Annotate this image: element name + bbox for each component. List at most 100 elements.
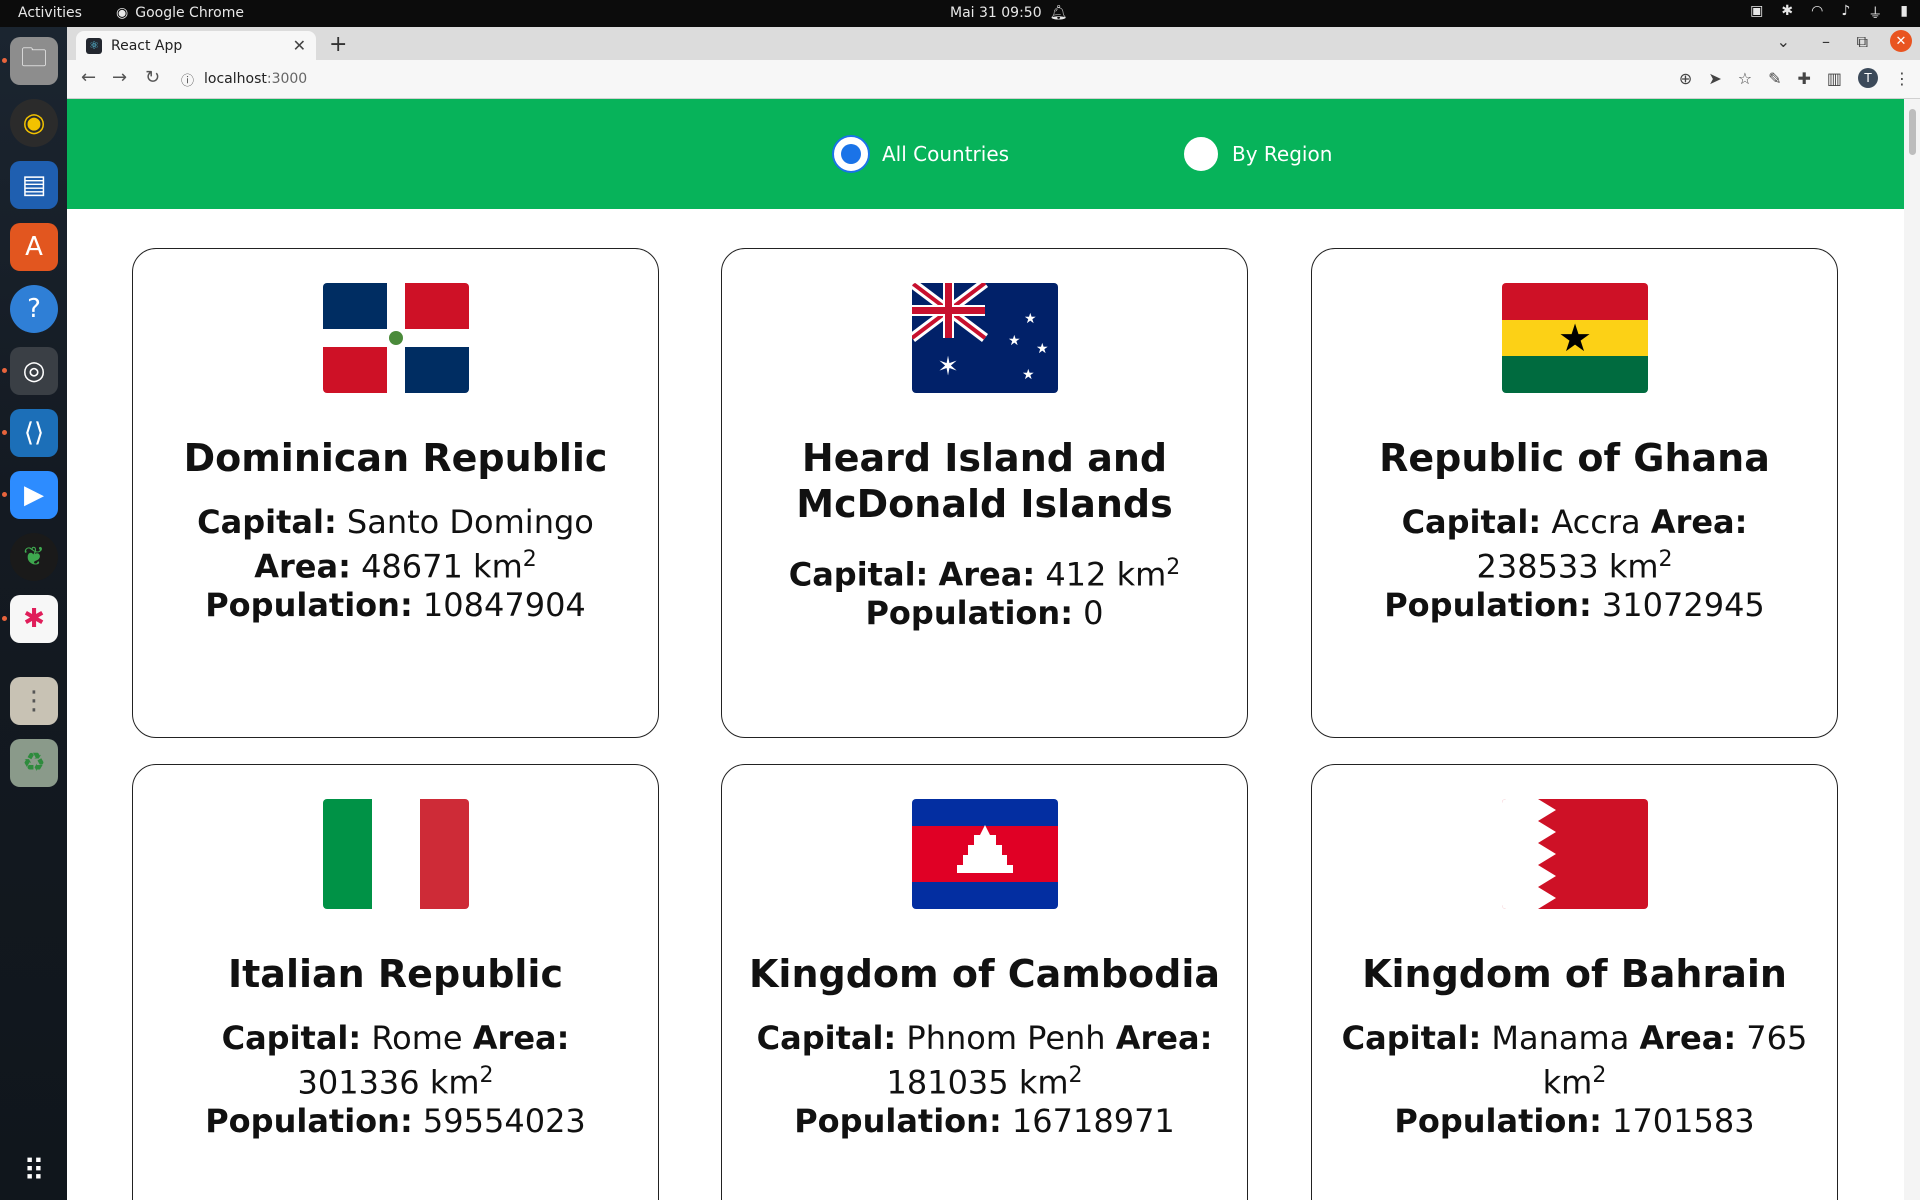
profile-avatar[interactable]: T: [1858, 68, 1878, 88]
clock[interactable]: Mai 31 09:50 🔔︎: [950, 5, 1067, 21]
area-label: Area:: [1650, 503, 1748, 541]
bookmark-star-icon[interactable]: ☆: [1738, 69, 1752, 88]
send-icon[interactable]: ➤: [1708, 69, 1721, 88]
country-info: Capital: Manama Area: 765 km2 Population:…: [1338, 1019, 1811, 1140]
capital-label: Capital:: [1341, 1019, 1482, 1057]
wifi-icon[interactable]: ◠: [1811, 3, 1823, 23]
area-unit: km: [1116, 555, 1167, 594]
mic-icon[interactable]: ⏚: [1868, 3, 1882, 23]
country-info: Capital: Accra Area: 238533 km2 Populatio…: [1338, 503, 1811, 624]
close-window-icon[interactable]: ✕: [1890, 30, 1912, 52]
tab-react-app[interactable]: ⚛ React App ✕: [76, 31, 316, 60]
population-value: 1701583: [1612, 1101, 1755, 1140]
population-value: 31072945: [1601, 585, 1765, 624]
zoom-icon[interactable]: ▶: [10, 471, 58, 519]
tab-search-icon[interactable]: ⌄: [1777, 32, 1790, 51]
help-icon[interactable]: ?: [10, 285, 58, 333]
area-value: 181035: [886, 1063, 1009, 1102]
country-info: Capital: Santo Domingo Area: 48671 km2 Po…: [159, 503, 632, 624]
trash-icon[interactable]: ♻: [10, 739, 58, 787]
svg-text:★: ★: [1024, 311, 1037, 327]
country-name: Heard Island and McDonald Islands: [796, 436, 1173, 526]
reload-icon[interactable]: ↻: [145, 67, 160, 88]
react-icon: ⚛: [86, 37, 102, 54]
svg-text:★: ★: [1008, 333, 1021, 349]
capital-label: Capital:: [788, 555, 929, 594]
site-info-icon[interactable]: ⓘ: [181, 70, 194, 89]
page-scrollbar[interactable]: [1904, 99, 1920, 1200]
australia-flag-icon: ✶ ★ ★ ★ ★: [911, 283, 1058, 393]
country-name: Kingdom of Cambodia: [748, 952, 1221, 996]
ghana-flag-icon: ★: [1501, 283, 1648, 393]
vscode-icon[interactable]: ⟨⟩: [10, 409, 58, 457]
radio-by-region[interactable]: By Region: [1184, 137, 1332, 171]
extensions-puzzle-icon[interactable]: ✚: [1797, 69, 1810, 88]
running-indicator: [2, 58, 7, 63]
area-unit: km: [473, 547, 523, 586]
population-label: Population:: [205, 585, 413, 624]
zoom-tray-icon[interactable]: ▣: [1750, 3, 1763, 23]
address-bar[interactable]: ⓘ localhost:3000: [177, 65, 1717, 93]
population-label: Population:: [865, 593, 1073, 632]
chrome-icon: ◉: [116, 5, 129, 21]
country-card: ★ Republic of Ghana Capital: Accra Area: 2…: [1311, 248, 1838, 738]
capital-value: Phnom Penh: [906, 1019, 1106, 1057]
radio-button-checked[interactable]: [834, 137, 868, 171]
software-center-icon[interactable]: A: [10, 223, 58, 271]
zoom-icon-toolbar[interactable]: ⊕: [1679, 69, 1692, 88]
population-value: 16718971: [1011, 1101, 1175, 1140]
area-value: 301336: [297, 1063, 420, 1102]
archive-icon[interactable]: ⋮: [10, 677, 58, 725]
close-tab-icon[interactable]: ✕: [293, 36, 306, 55]
country-card: Dominican Republic Capital: Santo Domingo…: [132, 248, 659, 738]
radio-all-countries[interactable]: All Countries: [834, 137, 1009, 171]
forward-icon[interactable]: →: [112, 67, 127, 88]
radio-button-unchecked[interactable]: [1184, 137, 1218, 171]
show-apps-icon[interactable]: ⠿: [10, 1147, 58, 1195]
mongodb-compass-icon[interactable]: ❦: [10, 533, 58, 581]
svg-text:★: ★: [1557, 316, 1591, 360]
country-card: Kingdom of Bahrain Capital: Manama Area: …: [1311, 764, 1838, 1200]
back-icon[interactable]: ←: [81, 67, 96, 88]
app-menu[interactable]: ◉ Google Chrome: [116, 5, 244, 21]
radio-label: All Countries: [882, 142, 1010, 166]
activities-button[interactable]: Activities: [18, 5, 82, 21]
svg-text:★: ★: [1022, 367, 1035, 383]
chrome-dock-icon[interactable]: ◎: [10, 347, 58, 395]
slack-tray-icon[interactable]: ✱: [1781, 3, 1793, 23]
country-card: ✶ ★ ★ ★ ★ Heard Island and McDonald Islands Ca…: [721, 248, 1248, 738]
country-card: Italian Republic Capital: Rome Area: 3013…: [132, 764, 659, 1200]
italy-flag-icon: [322, 799, 469, 909]
slack-icon[interactable]: ✱: [10, 595, 58, 643]
population-value: 10847904: [422, 585, 586, 624]
bahrain-flag-icon: [1501, 799, 1648, 909]
area-unit: km: [429, 1063, 480, 1102]
volume-icon[interactable]: ♪: [1841, 3, 1850, 23]
area-unit: km: [1542, 1063, 1593, 1102]
minimize-icon[interactable]: –: [1822, 32, 1830, 51]
system-tray[interactable]: ▣ ✱ ◠ ♪ ⏚ ▮: [1750, 3, 1908, 23]
capital-label: Capital:: [221, 1019, 362, 1057]
area-label: Area:: [472, 1019, 570, 1057]
running-indicator: [2, 430, 7, 435]
capital-label: Capital:: [197, 503, 337, 541]
area-unit-exponent: 2: [1166, 555, 1181, 580]
area-value: 238533: [1476, 547, 1599, 586]
running-indicator: [2, 492, 7, 497]
writer-icon[interactable]: ▤: [10, 161, 58, 209]
area-unit: km: [1018, 1063, 1069, 1102]
restore-icon[interactable]: ⧉: [1857, 32, 1868, 52]
country-name: Dominican Republic: [183, 436, 608, 480]
battery-icon[interactable]: ▮: [1900, 3, 1908, 23]
url-port: :3000: [266, 71, 308, 87]
page-viewport: All Countries By Region Dominican Republ…: [67, 99, 1904, 1200]
rhythmbox-icon[interactable]: ◉: [10, 99, 58, 147]
new-tab-button[interactable]: +: [329, 32, 347, 57]
bell-icon: 🔔︎: [1049, 5, 1068, 21]
area-unit-exponent: 2: [479, 1063, 494, 1088]
side-panel-icon[interactable]: ▥: [1827, 69, 1842, 88]
capital-label: Capital:: [1401, 503, 1542, 541]
eyedropper-extension-icon[interactable]: ✎: [1768, 69, 1781, 88]
files-icon[interactable]: 🗀: [10, 37, 58, 85]
more-menu-icon[interactable]: ⋮: [1894, 69, 1910, 88]
